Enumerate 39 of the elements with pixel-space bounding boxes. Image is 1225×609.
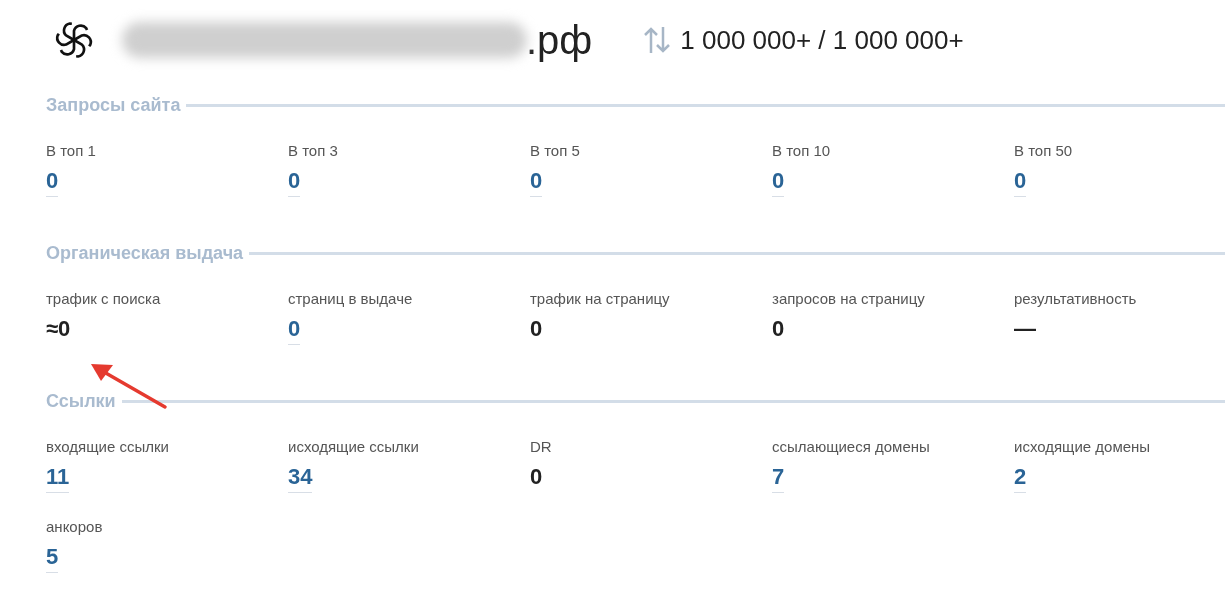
metric-value: 0 [530, 463, 543, 491]
metric-label: В топ 3 [288, 142, 339, 160]
metric-link[interactable]: 11 [46, 463, 70, 493]
metric-value: ≈0 [46, 315, 71, 343]
metric-label: исходящие ссылки [288, 438, 420, 456]
traffic-range: 1 000 000+ / 1 000 000+ [680, 23, 964, 57]
logo-icon [54, 20, 94, 60]
metric-value: 0 [530, 315, 543, 343]
metric-label: результативность [1014, 290, 1138, 308]
sort-arrows-icon [642, 25, 673, 55]
metric-label: страниц в выдаче [288, 290, 414, 308]
metric-link[interactable]: 2 [1014, 463, 1027, 493]
metric-label: ссылающиеся домены [772, 438, 931, 456]
domain-suffix: .рф [526, 17, 593, 64]
section-title: Ссылки [46, 389, 116, 413]
metric-link[interactable]: 34 [288, 463, 313, 493]
section-title: Запросы сайта [46, 93, 181, 117]
metric-label: исходящие домены [1014, 438, 1152, 456]
metric-label: В топ 5 [530, 142, 581, 160]
metric-label: DR [530, 438, 553, 456]
metric-link[interactable]: 0 [772, 167, 785, 197]
metric-label: В топ 1 [46, 142, 97, 160]
metric-label: трафик на страницу [530, 290, 671, 308]
metric-label: В топ 50 [1014, 142, 1074, 160]
metric-label: входящие ссылки [46, 438, 170, 456]
metric-link[interactable]: 0 [288, 167, 301, 197]
metric-label: трафик с поиска [46, 290, 162, 308]
metric-value: 0 [772, 315, 785, 343]
metric-link[interactable]: 7 [772, 463, 785, 493]
metric-label: В топ 10 [772, 142, 832, 160]
metric-label: запросов на страницу [772, 290, 926, 308]
metric-value: — [1014, 315, 1036, 343]
metric-link[interactable]: 5 [46, 543, 59, 573]
metric-link[interactable]: 0 [288, 315, 301, 345]
metric-label: анкоров [46, 518, 104, 536]
metric-link[interactable]: 0 [46, 167, 59, 197]
metric-link[interactable]: 0 [1014, 167, 1027, 197]
metric-link[interactable]: 0 [530, 167, 543, 197]
section-title: Органическая выдача [46, 241, 244, 265]
